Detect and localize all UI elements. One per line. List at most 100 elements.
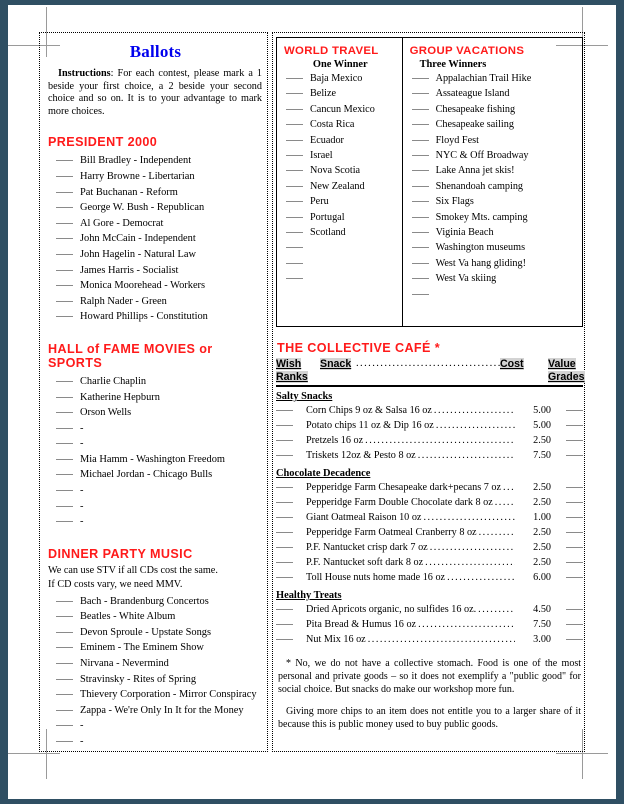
- rank-entry-blank[interactable]: [56, 474, 73, 476]
- menu-item-row[interactable]: Giant Oatmeal Raison 10 oz..............…: [276, 510, 583, 525]
- wish-rank-blank[interactable]: [276, 525, 306, 540]
- choice-row[interactable]: -: [46, 718, 265, 734]
- value-grade-line[interactable]: [566, 425, 583, 426]
- choice-row[interactable]: Ralph Nader - Green: [46, 294, 265, 310]
- rank-entry-blank[interactable]: [56, 285, 73, 287]
- rank-entry-blank[interactable]: [56, 600, 73, 602]
- menu-item-row[interactable]: P.F. Nantucket soft dark 8 oz...........…: [276, 555, 583, 570]
- rank-entry-blank[interactable]: [56, 300, 73, 302]
- rank-entry-blank[interactable]: [56, 396, 73, 398]
- choice-row[interactable]: Lake Anna jet skis!: [408, 163, 579, 178]
- rank-entry-blank[interactable]: [286, 262, 303, 264]
- menu-item-row[interactable]: Toll House nuts home made 16 oz.........…: [276, 570, 583, 585]
- choice-row[interactable]: Shenandoah camping: [408, 179, 579, 194]
- choice-row[interactable]: Monica Moorehead - Workers: [46, 278, 265, 294]
- value-grade-line[interactable]: [566, 547, 583, 548]
- rank-entry-blank[interactable]: [286, 108, 303, 110]
- choice-row[interactable]: -: [46, 421, 265, 437]
- rank-entry-blank[interactable]: [56, 725, 73, 727]
- rank-entry-blank[interactable]: [56, 253, 73, 255]
- choice-row[interactable]: Portugal: [282, 210, 399, 225]
- wish-rank-blank[interactable]: [276, 555, 306, 570]
- menu-item-row[interactable]: Nut Mix 16 oz...........................…: [276, 632, 583, 647]
- rank-entry-blank[interactable]: [56, 175, 73, 177]
- wish-rank-line[interactable]: [276, 455, 293, 456]
- rank-entry-blank[interactable]: [56, 269, 73, 271]
- menu-item-row[interactable]: Pita Bread & Humus 16 oz................…: [276, 617, 583, 632]
- choice-row[interactable]: Baja Mexico: [282, 71, 399, 86]
- wish-rank-blank[interactable]: [276, 540, 306, 555]
- rank-entry-blank[interactable]: [286, 216, 303, 218]
- choice-row[interactable]: [282, 271, 399, 286]
- value-grade-blank[interactable]: [551, 602, 583, 617]
- choice-row[interactable]: Howard Phillips - Constitution: [46, 309, 265, 325]
- choice-row[interactable]: NYC & Off Broadway: [408, 148, 579, 163]
- rank-entry-blank[interactable]: [411, 293, 429, 295]
- rank-entry-blank[interactable]: [56, 631, 73, 633]
- rank-entry-blank[interactable]: [286, 124, 303, 126]
- choice-row[interactable]: [282, 256, 399, 271]
- value-grade-line[interactable]: [566, 517, 583, 518]
- wish-rank-line[interactable]: [276, 639, 293, 640]
- wish-rank-line[interactable]: [276, 624, 293, 625]
- rank-entry-blank[interactable]: [286, 278, 303, 280]
- rank-entry-blank[interactable]: [56, 663, 73, 665]
- choice-row[interactable]: -: [46, 734, 265, 750]
- value-grade-blank[interactable]: [551, 525, 583, 540]
- rank-entry-blank[interactable]: [411, 247, 429, 249]
- choice-row[interactable]: Washington museums: [408, 240, 579, 255]
- rank-entry-blank[interactable]: [286, 185, 303, 187]
- wish-rank-line[interactable]: [276, 609, 293, 610]
- rank-entry-blank[interactable]: [411, 93, 429, 95]
- choice-row[interactable]: Harry Browne - Libertarian: [46, 169, 265, 185]
- choice-row[interactable]: West Va skiing: [408, 271, 579, 286]
- rank-entry-blank[interactable]: [286, 247, 303, 249]
- choice-row[interactable]: Costa Rica: [282, 117, 399, 132]
- rank-entry-blank[interactable]: [56, 222, 73, 224]
- rank-entry-blank[interactable]: [411, 124, 429, 126]
- rank-entry-blank[interactable]: [411, 232, 429, 234]
- rank-entry-blank[interactable]: [411, 139, 429, 141]
- value-grade-line[interactable]: [566, 609, 583, 610]
- wish-rank-blank[interactable]: [276, 632, 306, 647]
- choice-row[interactable]: Al Gore - Democrat: [46, 216, 265, 232]
- choice-row[interactable]: Cancun Mexico: [282, 102, 399, 117]
- choice-row[interactable]: West Va hang gliding!: [408, 256, 579, 271]
- choice-row[interactable]: Appalachian Trail Hike: [408, 71, 579, 86]
- choice-row[interactable]: Bill Bradley - Independent: [46, 153, 265, 169]
- choice-row[interactable]: Eminem - The Eminem Show: [46, 640, 265, 656]
- wish-rank-blank[interactable]: [276, 570, 306, 585]
- choice-row[interactable]: Katherine Hepburn: [46, 390, 265, 406]
- rank-entry-blank[interactable]: [411, 170, 429, 172]
- rank-entry-blank[interactable]: [411, 78, 429, 79]
- choice-row[interactable]: Bach - Brandenburg Concertos: [46, 594, 265, 610]
- value-grade-line[interactable]: [566, 455, 583, 456]
- rank-entry-blank[interactable]: [56, 427, 73, 429]
- choice-row[interactable]: -: [46, 436, 265, 452]
- rank-entry-blank[interactable]: [286, 155, 303, 157]
- choice-row[interactable]: George W. Bush - Republican: [46, 200, 265, 216]
- choice-row[interactable]: Six Flags: [408, 194, 579, 209]
- value-grade-line[interactable]: [566, 440, 583, 441]
- rank-entry-blank[interactable]: [411, 108, 429, 110]
- rank-entry-blank[interactable]: [56, 505, 73, 507]
- wish-rank-blank[interactable]: [276, 602, 306, 617]
- menu-item-row[interactable]: Pretzels 16 oz..........................…: [276, 433, 583, 448]
- wish-rank-blank[interactable]: [276, 480, 306, 495]
- rank-entry-blank[interactable]: [411, 262, 429, 264]
- wish-rank-line[interactable]: [276, 502, 293, 503]
- choice-row[interactable]: Nirvana - Nevermind: [46, 656, 265, 672]
- value-grade-blank[interactable]: [551, 418, 583, 433]
- value-grade-line[interactable]: [566, 639, 583, 640]
- choice-row[interactable]: Stravinsky - Rites of Spring: [46, 672, 265, 688]
- rank-entry-blank[interactable]: [286, 232, 303, 234]
- rank-entry-blank[interactable]: [56, 443, 73, 445]
- choice-row[interactable]: James Harris - Socialist: [46, 263, 265, 279]
- rank-entry-blank[interactable]: [411, 201, 429, 203]
- wish-rank-blank[interactable]: [276, 617, 306, 632]
- wish-rank-line[interactable]: [276, 532, 293, 533]
- choice-row[interactable]: [408, 287, 579, 302]
- choice-row[interactable]: Thievery Corporation - Mirror Conspiracy: [46, 687, 265, 703]
- rank-entry-blank[interactable]: [56, 647, 73, 649]
- value-grade-blank[interactable]: [551, 433, 583, 448]
